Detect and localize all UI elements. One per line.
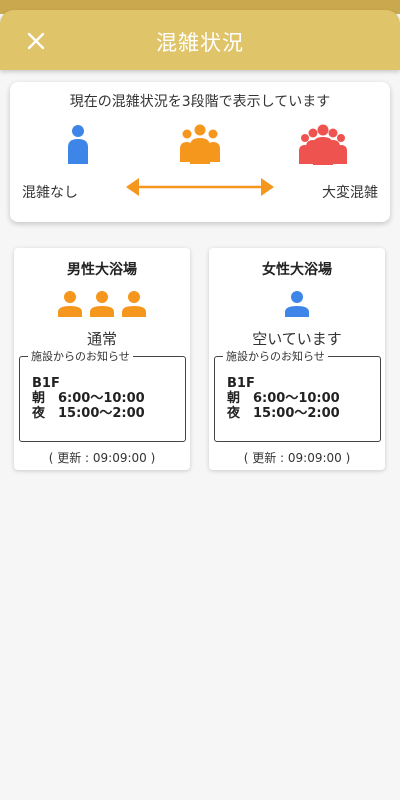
person-icon-low [68, 125, 88, 164]
page-title: 混雑状況 [156, 31, 244, 55]
notice-line: 朝 6:00〜10:00 [32, 391, 145, 406]
person-icon [122, 291, 146, 317]
congestion-status: 通常 [86, 330, 117, 348]
notice-box: 施設からのお知らせ B1F 朝 6:00〜10:00 夜 15:00〜2:00 [214, 348, 381, 442]
notice-line: B1F [32, 376, 60, 391]
notice-line: 夜 15:00〜2:00 [32, 406, 145, 421]
legend-card: 現在の混雑状況を3段階で表示しています 混雑なし 大変混雑 [10, 82, 390, 222]
person-icon [90, 291, 114, 317]
legend-label-low: 混雑なし [22, 185, 78, 201]
updated-time: ( 更新 : 09:09:00 ) [48, 451, 156, 465]
notice-title: 施設からのお知らせ [28, 348, 133, 364]
person-icon [58, 291, 82, 317]
notice-line: B1F [227, 376, 255, 391]
double-arrow-icon [126, 178, 274, 196]
bath-card-female[interactable]: 女性大浴場 空いています 施設からのお知らせ B1F 朝 6:00〜10:00 … [209, 248, 385, 470]
bath-title: 女性大浴場 [262, 262, 332, 278]
crowd-icon-high [299, 124, 347, 165]
legend-label-high: 大変混雑 [322, 185, 378, 201]
congestion-icons [14, 290, 190, 318]
notice-box: 施設からのお知らせ B1F 朝 6:00〜10:00 夜 15:00〜2:00 [19, 348, 186, 442]
notice-text: B1F 朝 6:00〜10:00 夜 15:00〜2:00 [227, 376, 340, 421]
bath-card-male[interactable]: 男性大浴場 通常 施設からのお知らせ B1F 朝 6:00〜10:00 夜 15… [14, 248, 190, 470]
bath-title: 男性大浴場 [67, 262, 137, 278]
notice-text: B1F 朝 6:00〜10:00 夜 15:00〜2:00 [32, 376, 145, 421]
notice-title: 施設からのお知らせ [223, 348, 328, 364]
notice-line: 朝 6:00〜10:00 [227, 391, 340, 406]
app-bar: 混雑状況 [0, 10, 400, 70]
notice-line: 夜 15:00〜2:00 [227, 406, 340, 421]
legend-description: 現在の混雑状況を3段階で表示しています [69, 94, 331, 110]
updated-time: ( 更新 : 09:09:00 ) [243, 451, 351, 465]
group-icon-mid [180, 124, 220, 164]
person-icon [285, 291, 309, 317]
congestion-status: 空いています [252, 330, 342, 348]
congestion-icons [209, 290, 385, 318]
